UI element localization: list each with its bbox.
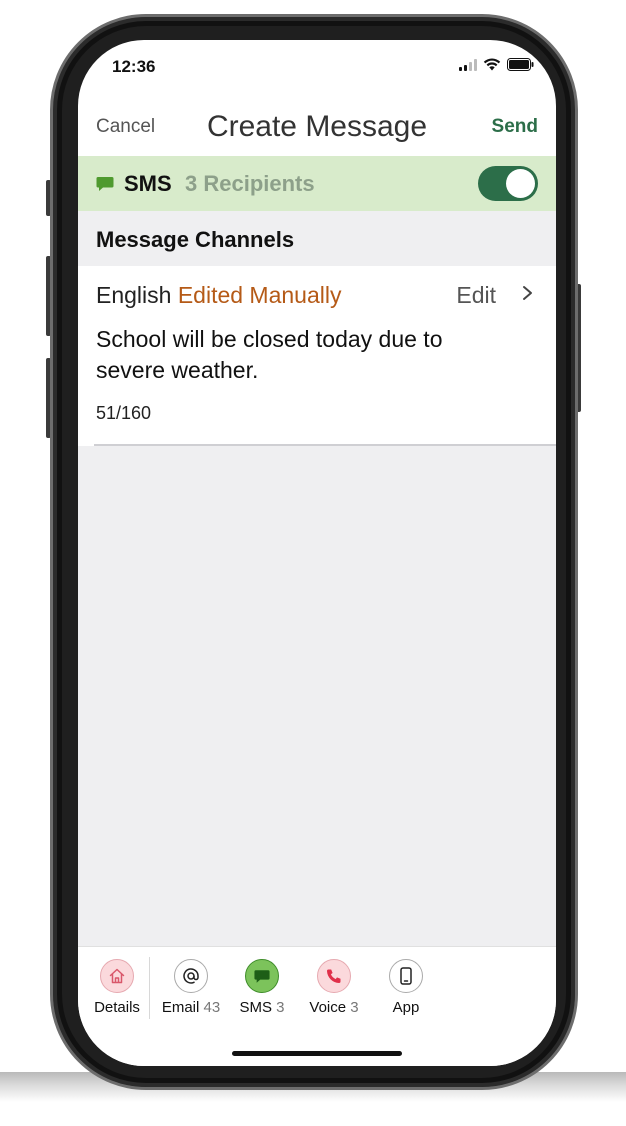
chat-bubble-icon bbox=[96, 177, 114, 191]
sms-toggle[interactable] bbox=[478, 166, 538, 201]
sms-recipients-count: 3 Recipients bbox=[185, 171, 315, 196]
send-button[interactable]: Send bbox=[492, 116, 538, 138]
cellular-signal-icon bbox=[459, 59, 477, 71]
message-channels-header: Message Channels bbox=[78, 211, 556, 266]
phone-screen: 12:36 Cancel Create Message Send SMS 3 R… bbox=[78, 40, 556, 1066]
chevron-right-icon[interactable] bbox=[522, 282, 534, 304]
tab-count: 3 bbox=[350, 999, 359, 1016]
home-icon bbox=[109, 968, 125, 984]
tab-voice[interactable]: Voice 3 bbox=[298, 959, 370, 1016]
tab-count: 43 bbox=[203, 999, 221, 1016]
tab-email-label-wrap: Email 43 bbox=[155, 999, 227, 1016]
tab-email-circle bbox=[174, 959, 208, 993]
tab-count: 3 bbox=[276, 999, 285, 1016]
empty-content-area bbox=[78, 446, 556, 946]
section-title: Message Channels bbox=[96, 227, 295, 252]
toggle-knob bbox=[506, 169, 535, 198]
tab-label: Details bbox=[94, 999, 140, 1016]
tab-voice-circle bbox=[317, 959, 351, 993]
status-bar: 12:36 bbox=[78, 40, 556, 98]
tab-sms-label-wrap: SMS 3 bbox=[226, 999, 298, 1016]
mobile-device-icon bbox=[400, 967, 412, 985]
status-icons bbox=[459, 58, 534, 71]
tab-email[interactable]: Email 43 bbox=[155, 959, 227, 1016]
tab-app-circle bbox=[389, 959, 423, 993]
battery-icon bbox=[507, 58, 534, 71]
chat-bubble-icon bbox=[254, 969, 270, 983]
phone-icon bbox=[327, 969, 341, 983]
tab-app[interactable]: App bbox=[370, 959, 442, 1016]
navigation-bar: Cancel Create Message Send bbox=[78, 98, 556, 156]
tab-label: App bbox=[392, 999, 420, 1016]
status-time: 12:36 bbox=[112, 57, 156, 76]
tab-label: Email bbox=[161, 999, 200, 1016]
edit-button[interactable]: Edit bbox=[456, 282, 496, 309]
wifi-icon bbox=[483, 58, 501, 71]
home-indicator[interactable] bbox=[232, 1051, 402, 1056]
tab-sms[interactable]: SMS 3 bbox=[226, 959, 298, 1016]
page-title: Create Message bbox=[206, 110, 428, 143]
sms-label: SMS bbox=[124, 171, 172, 196]
tab-bar: Details Email 43 SMS 3 Voice 3 App bbox=[78, 946, 556, 1066]
tab-details-circle bbox=[100, 959, 134, 993]
tab-sms-circle bbox=[245, 959, 279, 993]
tab-app-label-wrap: App bbox=[370, 999, 442, 1016]
english-channel-card[interactable]: English Edited Manually Edit School will… bbox=[78, 266, 556, 446]
channel-language: English bbox=[96, 282, 172, 308]
tab-label: SMS bbox=[239, 999, 272, 1016]
at-icon bbox=[183, 968, 199, 984]
tab-label: Voice bbox=[309, 999, 347, 1016]
character-count: 51/160 bbox=[96, 403, 152, 423]
sms-channel-row: SMS 3 Recipients bbox=[78, 156, 556, 211]
channel-status: Edited Manually bbox=[177, 282, 342, 308]
channel-language-line: English Edited Manually bbox=[96, 282, 341, 309]
message-text: School will be closed today due to sever… bbox=[96, 326, 443, 383]
tab-voice-label-wrap: Voice 3 bbox=[298, 999, 370, 1016]
tab-details-label-wrap: Details bbox=[81, 999, 153, 1016]
tab-details[interactable]: Details bbox=[81, 959, 153, 1016]
